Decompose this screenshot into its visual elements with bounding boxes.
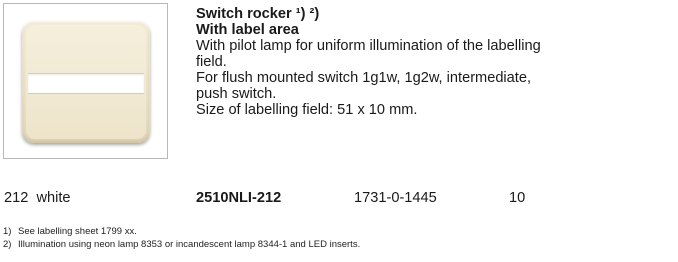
description-line: push switch.	[196, 86, 277, 102]
footnote-text: Illumination using neon lamp 8353 or inc…	[18, 239, 361, 250]
product-image-frame	[3, 3, 168, 159]
description-line: For flush mounted switch 1g1w, 1g2w, int…	[196, 70, 532, 86]
order-row: 212 white 2510NLI-212 1731-0-1445 10	[0, 190, 678, 210]
pack-quantity: 10	[509, 190, 526, 206]
footnote: 1) See labelling sheet 1799 xx.	[3, 225, 360, 238]
article-number: 2510NLI-212	[196, 190, 282, 206]
product-subtitle: With label area	[196, 22, 299, 38]
colour-code: 212 white	[4, 190, 71, 206]
description-line: Size of labelling field: 51 x 10 mm.	[196, 102, 418, 118]
description-line: With pilot lamp for uniform illumination…	[196, 38, 541, 54]
product-title: Switch rocker ¹) ²)	[196, 6, 320, 22]
description-line: field.	[196, 54, 227, 70]
switch-rocker-image	[22, 21, 150, 143]
product-description: Switch rocker ¹) ²) With label area With…	[196, 6, 666, 118]
footnote-text: See labelling sheet 1799 xx.	[18, 226, 137, 237]
footnote-number: 2)	[3, 239, 12, 250]
footnote-number: 1)	[3, 226, 12, 237]
label-area	[28, 73, 144, 94]
footnote: 2) Illumination using neon lamp 8353 or i…	[3, 238, 360, 251]
footnotes: 1) See labelling sheet 1799 xx. 2) Illumin…	[3, 225, 360, 251]
ean-number: 1731-0-1445	[354, 190, 437, 206]
